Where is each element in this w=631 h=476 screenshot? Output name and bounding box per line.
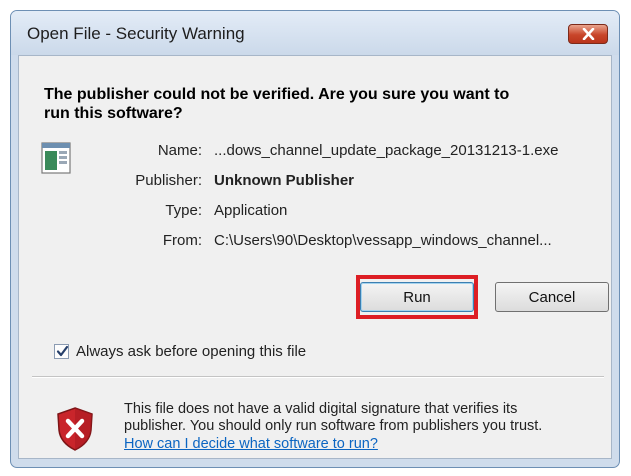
type-value: Application — [214, 202, 288, 219]
checkmark-icon — [56, 345, 69, 357]
type-label: Type: — [165, 202, 202, 219]
cancel-button[interactable]: Cancel — [495, 282, 609, 312]
shield-error-icon — [57, 407, 93, 451]
separator — [32, 376, 604, 377]
publisher-label: Publisher: — [135, 172, 202, 189]
always-ask-checkbox[interactable] — [54, 344, 69, 359]
security-warning-dialog: Open File - Security Warning The publish… — [10, 10, 620, 468]
help-link[interactable]: How can I decide what software to run? — [124, 436, 378, 452]
from-value: C:\Users\90\Desktop\vessapp_windows_chan… — [214, 232, 552, 249]
close-button[interactable] — [568, 24, 608, 44]
publisher-value: Unknown Publisher — [214, 172, 355, 189]
heading-line-2: run this software? — [44, 105, 183, 122]
title-bar[interactable]: Open File - Security Warning — [11, 11, 619, 55]
window-title: Open File - Security Warning — [27, 24, 245, 43]
warning-line-1: This file does not have a valid digital … — [124, 401, 518, 417]
warning-line-2: publisher. You should only run software … — [124, 418, 543, 434]
run-highlight-box — [356, 275, 478, 319]
name-label: Name: — [157, 142, 202, 159]
close-icon — [582, 28, 595, 40]
name-value: ...dows_channel_update_package_20131213-… — [214, 142, 559, 159]
always-ask-label: Always ask before opening this file — [76, 343, 307, 360]
from-label: From: — [162, 232, 202, 249]
dialog-body: The publisher could not be verified. Are… — [18, 55, 612, 459]
warning-message: This file does not have a valid digital … — [124, 401, 604, 435]
warning-heading: The publisher could not be verified. Are… — [44, 85, 604, 123]
heading-line-1: The publisher could not be verified. Are… — [44, 86, 510, 103]
